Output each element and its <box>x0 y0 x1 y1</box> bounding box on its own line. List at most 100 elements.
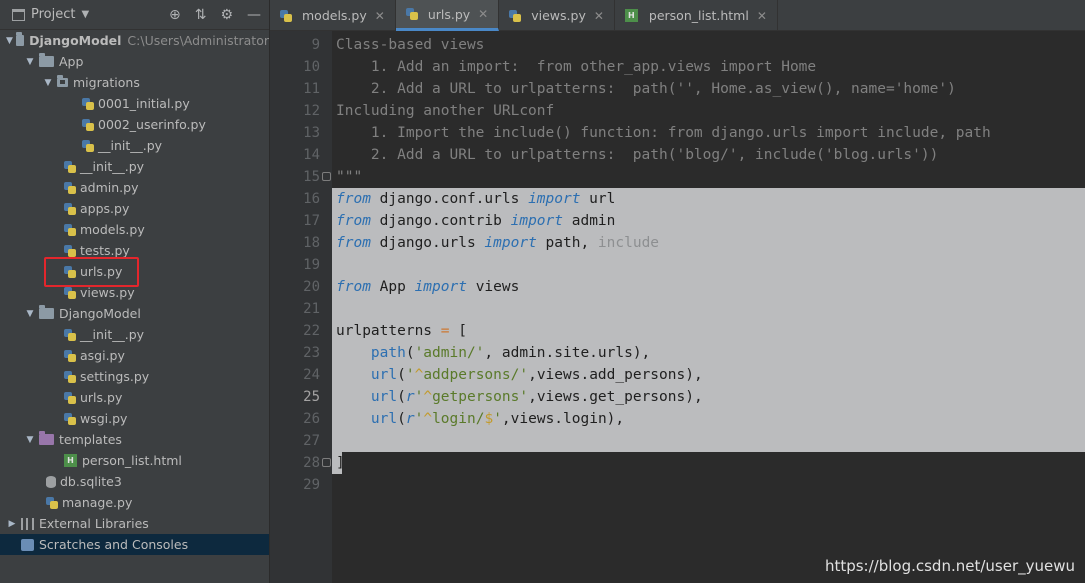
expand-arrow-icon[interactable]: ▼ <box>6 36 13 46</box>
tab-person-list[interactable]: H person_list.html ✕ <box>615 0 778 31</box>
project-panel-header: Project ▼ ⊕ ⇅ ⚙ — <box>0 0 269 30</box>
library-icon <box>21 517 34 530</box>
line-number: 19 <box>303 257 320 273</box>
code-line: """ <box>336 169 363 185</box>
editor-tabs: models.py ✕ urls.py ✕ views.py ✕ H perso… <box>270 0 1085 31</box>
line-number: 10 <box>303 59 320 75</box>
tree-item-admin[interactable]: admin.py <box>0 177 269 198</box>
code-line-selected: urlpatterns = [ <box>332 320 1085 342</box>
tree-item-migrations[interactable]: ▼ migrations <box>0 72 269 93</box>
tree-item-apps[interactable]: apps.py <box>0 198 269 219</box>
close-icon[interactable]: ✕ <box>594 9 604 23</box>
code-line-selected: url(r'^login/$',views.login), <box>332 408 1085 430</box>
html-file-icon: H <box>624 9 638 22</box>
tree-item-0001-initial[interactable]: 0001_initial.py <box>0 93 269 114</box>
line-number: 21 <box>303 301 320 317</box>
line-number: 24 <box>303 367 320 383</box>
python-file-icon <box>64 370 76 383</box>
python-file-icon <box>405 8 418 20</box>
python-file-icon <box>64 349 76 362</box>
tree-item-external-libraries[interactable]: ▶ External Libraries <box>0 513 269 534</box>
expand-arrow-icon[interactable]: ▼ <box>42 78 54 88</box>
fold-marker-icon[interactable] <box>322 172 331 181</box>
chevron-down-icon[interactable]: ▼ <box>81 9 89 20</box>
line-number: 14 <box>303 147 320 163</box>
python-file-icon <box>82 139 94 152</box>
tree-item-0002-userinfo[interactable]: 0002_userinfo.py <box>0 114 269 135</box>
folder-icon <box>39 305 54 319</box>
tree-item-wsgi[interactable]: wsgi.py <box>0 408 269 429</box>
minimize-icon[interactable]: — <box>247 7 261 23</box>
expand-arrow-icon[interactable]: ▼ <box>24 309 36 319</box>
python-file-icon <box>46 496 58 509</box>
expand-arrow-icon[interactable]: ▶ <box>6 519 18 529</box>
code-editor[interactable]: 9 10 11 12 13 14 15 16 17 18 19 20 21 22… <box>270 31 1085 583</box>
scratches-icon <box>21 538 34 551</box>
gear-icon[interactable]: ⚙ <box>220 7 233 23</box>
code-line-selected: from App import views <box>332 276 1085 298</box>
code-line-selected: from django.contrib import admin <box>332 210 1085 232</box>
code-line: 2. Add a URL to urlpatterns: path('', Ho… <box>336 81 956 97</box>
tab-views[interactable]: views.py ✕ <box>499 0 615 31</box>
python-file-icon <box>64 328 76 341</box>
tree-item-db[interactable]: db.sqlite3 <box>0 471 269 492</box>
fold-marker-icon[interactable] <box>322 458 331 467</box>
tree-item-settings[interactable]: settings.py <box>0 366 269 387</box>
tree-item-asgi[interactable]: asgi.py <box>0 345 269 366</box>
python-file-icon <box>64 202 76 215</box>
python-file-icon <box>64 160 76 173</box>
tree-item-migrations-init[interactable]: __init__.py <box>0 135 269 156</box>
package-folder-icon <box>57 75 68 87</box>
line-number-gutter: 9 10 11 12 13 14 15 16 17 18 19 20 21 22… <box>270 31 332 583</box>
code-line: 1. Import the include() function: from d… <box>336 125 991 141</box>
project-view-selector[interactable]: Project ▼ <box>12 7 89 22</box>
code-line: 1. Add an import: from other_app.views i… <box>336 59 817 75</box>
line-number: 20 <box>303 279 320 295</box>
python-file-icon <box>509 9 522 22</box>
close-icon[interactable]: ✕ <box>478 7 488 21</box>
line-number: 13 <box>303 125 320 141</box>
code-line-selected <box>332 298 1085 320</box>
tab-models[interactable]: models.py ✕ <box>270 0 396 31</box>
expand-arrow-icon[interactable]: ▼ <box>24 57 36 67</box>
expand-arrow-icon[interactable]: ▼ <box>24 435 36 445</box>
code-line-selected <box>332 430 1085 452</box>
html-file-icon: H <box>64 454 77 467</box>
line-number: 27 <box>303 433 320 449</box>
tree-item-templates[interactable]: ▼ templates <box>0 429 269 450</box>
line-number: 9 <box>311 37 320 53</box>
tree-item-manage[interactable]: manage.py <box>0 492 269 513</box>
python-file-icon <box>280 9 292 22</box>
python-file-icon <box>64 412 76 425</box>
code-line: 2. Add a URL to urlpatterns: path('blog/… <box>336 147 939 163</box>
tree-item-root[interactable]: ▼ DjangoModel C:\Users\Administrator <box>0 30 269 51</box>
tree-item-pkg-urls[interactable]: urls.py <box>0 387 269 408</box>
code-line-selected: from django.conf.urls import url <box>332 188 1085 210</box>
line-number: 15 <box>303 169 320 185</box>
tree-item-person-list[interactable]: H person_list.html <box>0 450 269 471</box>
python-file-icon <box>82 97 94 110</box>
tree-item-app[interactable]: ▼ App <box>0 51 269 72</box>
code-line-selected <box>332 254 1085 276</box>
line-number: 23 <box>303 345 320 361</box>
line-number: 18 <box>303 235 320 251</box>
code-line-selected: url('^addpersons/',views.add_persons), <box>332 364 1085 386</box>
tree-item-app-init[interactable]: __init__.py <box>0 156 269 177</box>
line-number: 16 <box>303 191 320 207</box>
tab-urls[interactable]: urls.py ✕ <box>395 0 500 31</box>
tree-item-pkg-init[interactable]: __init__.py <box>0 324 269 345</box>
annotation-highlight-box <box>44 257 139 287</box>
tree-item-djangomodel-pkg[interactable]: ▼ DjangoModel <box>0 303 269 324</box>
collapse-icon[interactable]: ⇅ <box>195 7 207 23</box>
tree-item-models[interactable]: models.py <box>0 219 269 240</box>
code-line-selected: path('admin/', admin.site.urls), <box>332 342 1085 364</box>
folder-icon <box>39 53 54 67</box>
close-icon[interactable]: ✕ <box>375 9 385 23</box>
close-icon[interactable]: ✕ <box>757 9 767 23</box>
tree-item-scratches[interactable]: Scratches and Consoles <box>0 534 269 555</box>
code-area[interactable]: Class-based views 1. Add an import: from… <box>332 31 1085 583</box>
line-number: 29 <box>303 477 320 493</box>
code-line-current: url(r'^getpersons',views.get_persons), <box>332 386 1085 408</box>
globe-icon[interactable]: ⊕ <box>169 7 181 23</box>
database-icon <box>46 475 56 488</box>
